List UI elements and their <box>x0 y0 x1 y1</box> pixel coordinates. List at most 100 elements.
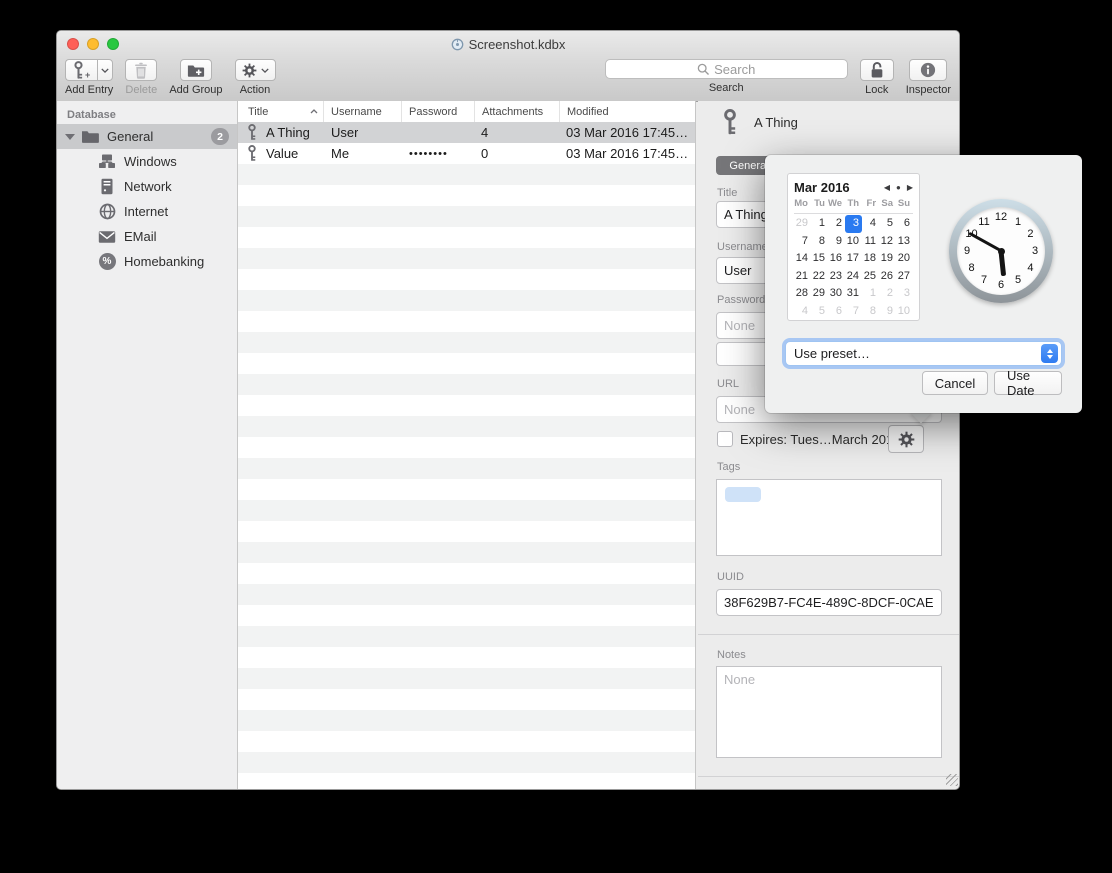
action-label: Action <box>240 84 271 96</box>
calendar-day[interactable]: 6 <box>896 215 913 233</box>
calendar-day[interactable]: 1 <box>811 215 828 233</box>
calendar-day[interactable]: 3 <box>896 285 913 303</box>
clock-numeral: 11 <box>978 216 989 228</box>
lock-open-icon <box>869 61 885 79</box>
calendar-day[interactable]: 13 <box>896 233 913 251</box>
sidebar-item-label: Network <box>124 179 172 194</box>
calendar-day[interactable]: 15 <box>811 250 828 268</box>
sidebar-item-general[interactable]: General 2 <box>57 124 237 149</box>
column-header-attachments[interactable]: Attachments <box>474 101 559 122</box>
expires-checkbox[interactable] <box>717 431 733 447</box>
cell-modified: 03 Mar 2016 17:45… <box>566 125 694 140</box>
column-header-username[interactable]: Username <box>323 101 401 122</box>
calendar-day[interactable]: 1 <box>862 285 879 303</box>
folder-icon <box>81 129 99 144</box>
calendar-day[interactable]: 23 <box>828 268 845 286</box>
calendar-day[interactable]: 7 <box>794 233 811 251</box>
calendar-day[interactable]: 25 <box>862 268 879 286</box>
search-icon <box>697 63 710 76</box>
table-row[interactable]: Value Me •••••••• 0 03 Mar 2016 17:45… <box>238 143 695 164</box>
action-button[interactable] <box>235 59 276 81</box>
sidebar-item-network[interactable]: Network <box>57 174 237 199</box>
calendar-day[interactable]: 10 <box>896 303 913 321</box>
cell-username: Me <box>331 146 349 161</box>
calendar-day[interactable]: 29 <box>811 285 828 303</box>
search-input[interactable]: Search <box>605 59 848 79</box>
calendar-day[interactable]: 27 <box>896 268 913 286</box>
add-group-button[interactable] <box>180 59 212 81</box>
clock-hour-hand[interactable] <box>999 251 1006 276</box>
calendar-day[interactable]: 8 <box>811 233 828 251</box>
add-entry-dropdown-button[interactable] <box>97 59 113 81</box>
calendar-day[interactable]: 30 <box>828 285 845 303</box>
titlebar[interactable]: Screenshot.kdbx <box>57 31 959 57</box>
entry-count-badge: 2 <box>211 128 229 145</box>
url-field-label: URL <box>717 378 739 390</box>
calendar-day[interactable]: 26 <box>879 268 896 286</box>
calendar-next-button[interactable]: ▶ <box>907 183 913 192</box>
calendar-prev-button[interactable]: ◀ <box>884 183 890 192</box>
calendar-day[interactable]: 19 <box>879 250 896 268</box>
entry-list: Title Username Password Attachments Modi… <box>238 101 696 789</box>
calendar-day[interactable]: 4 <box>794 303 811 321</box>
column-header-modified[interactable]: Modified <box>559 101 696 122</box>
tag-token[interactable] <box>725 487 761 502</box>
notes-field[interactable] <box>716 666 942 758</box>
calendar-day[interactable]: 20 <box>896 250 913 268</box>
calendar-day[interactable]: 7 <box>845 303 862 321</box>
clock-numeral: 7 <box>981 274 987 286</box>
sidebar-item-internet[interactable]: Internet <box>57 199 237 224</box>
calendar-day[interactable]: 11 <box>862 233 879 251</box>
use-date-button[interactable]: Use Date <box>994 371 1062 395</box>
calendar-today-button[interactable]: ● <box>896 183 901 192</box>
sidebar-item-homebanking[interactable]: % Homebanking <box>57 249 237 274</box>
analog-clock[interactable]: 123456789101112 <box>949 199 1053 303</box>
calendar-day[interactable]: 31 <box>845 285 862 303</box>
calendar-day[interactable]: 9 <box>879 303 896 321</box>
calendar-day[interactable]: 14 <box>794 250 811 268</box>
clock-numeral: 5 <box>1015 274 1021 286</box>
calendar-day[interactable]: 10 <box>845 233 862 251</box>
inspector-button[interactable] <box>909 59 947 81</box>
sidebar-item-windows[interactable]: Windows <box>57 149 237 174</box>
calendar-dayname: We <box>828 198 845 213</box>
clock-numeral: 4 <box>1027 262 1033 274</box>
calendar-day[interactable]: 2 <box>828 215 845 233</box>
disclosure-triangle-icon[interactable] <box>65 134 75 140</box>
sidebar-item-email[interactable]: EMail <box>57 224 237 249</box>
calendar-day[interactable]: 17 <box>845 250 862 268</box>
calendar-day-selected[interactable]: 3 <box>845 215 862 233</box>
calendar-day[interactable]: 28 <box>794 285 811 303</box>
lock-button[interactable] <box>860 59 894 81</box>
tags-field[interactable] <box>716 479 942 556</box>
calendar-day[interactable]: 18 <box>862 250 879 268</box>
calendar-day[interactable]: 5 <box>879 215 896 233</box>
delete-button[interactable] <box>125 59 157 81</box>
calendar-day[interactable]: 22 <box>811 268 828 286</box>
add-group-item: Add Group <box>169 59 222 96</box>
calendar-day[interactable]: 8 <box>862 303 879 321</box>
calendar-day[interactable]: 6 <box>828 303 845 321</box>
calendar-day[interactable]: 9 <box>828 233 845 251</box>
calendar-day[interactable]: 21 <box>794 268 811 286</box>
entry-list-header: Title Username Password Attachments Modi… <box>238 101 695 123</box>
column-header-title[interactable]: Title <box>238 101 323 122</box>
calendar-day[interactable]: 5 <box>811 303 828 321</box>
calendar-day[interactable]: 16 <box>828 250 845 268</box>
entry-list-body[interactable]: A Thing User 4 03 Mar 2016 17:45… Value … <box>238 122 695 789</box>
calendar-dayname: Th <box>845 198 862 213</box>
add-entry-button[interactable]: + <box>65 59 97 81</box>
calendar-day[interactable]: 2 <box>879 285 896 303</box>
divider <box>698 776 960 777</box>
resize-grip-icon[interactable] <box>946 774 958 786</box>
table-row[interactable]: A Thing User 4 03 Mar 2016 17:45… <box>238 122 695 143</box>
cancel-button[interactable]: Cancel <box>922 371 988 395</box>
uuid-field[interactable] <box>716 589 942 616</box>
expires-options-button[interactable] <box>888 425 924 453</box>
calendar-day[interactable]: 12 <box>879 233 896 251</box>
column-header-password[interactable]: Password <box>401 101 474 122</box>
calendar-day[interactable]: 24 <box>845 268 862 286</box>
calendar-day[interactable]: 4 <box>862 215 879 233</box>
preset-dropdown[interactable]: Use preset… <box>785 341 1062 366</box>
calendar-day[interactable]: 29 <box>794 215 811 233</box>
